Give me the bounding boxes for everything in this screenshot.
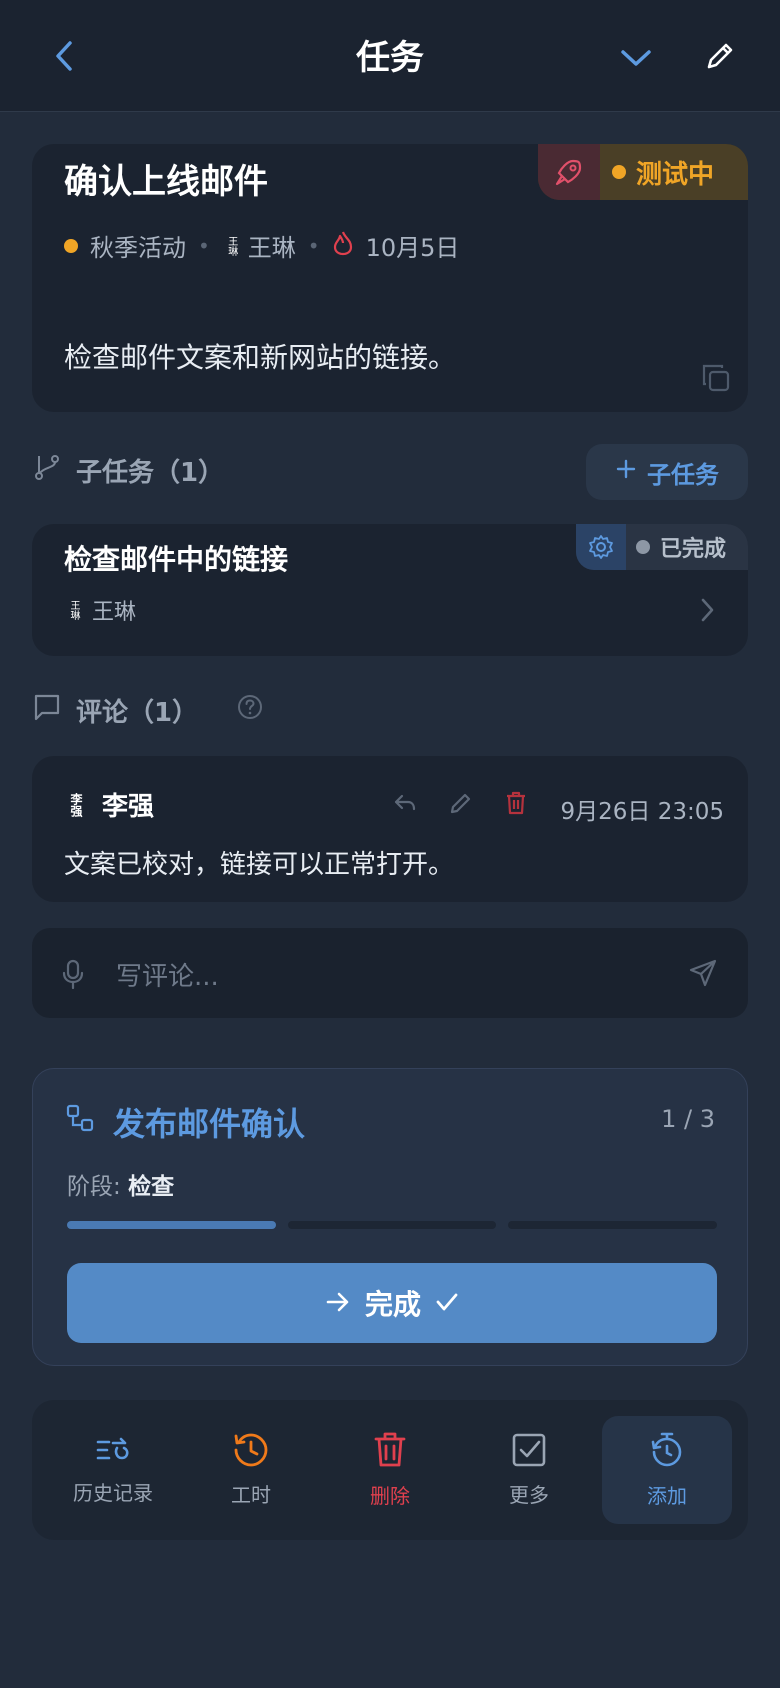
stage-value: 检查 (128, 1174, 175, 1200)
comment-placeholder: 写评论... (116, 962, 219, 992)
subtask-status-badge[interactable]: 已完成 (576, 524, 748, 570)
chevron-down-icon[interactable] (616, 38, 656, 78)
complete-button[interactable]: 完成 (67, 1263, 717, 1343)
copy-icon[interactable] (700, 362, 732, 398)
comments-heading: 评论（1） (76, 698, 199, 728)
progress-segment (508, 1221, 718, 1229)
time-button[interactable]: 工时 (186, 1416, 316, 1524)
gear-icon (576, 524, 626, 570)
workflow-card: 发布邮件确认 1 / 3 阶段: 检查 完成 (32, 1068, 748, 1366)
trash-icon[interactable] (504, 790, 528, 820)
more-label: 更多 (509, 1483, 549, 1507)
stage-label: 阶段: (67, 1174, 121, 1200)
help-icon[interactable] (236, 693, 264, 728)
chevron-right-icon[interactable] (698, 596, 716, 628)
assignee-avatar: 王琳 (225, 235, 237, 256)
progress-segment (67, 1221, 276, 1229)
branch-icon (32, 452, 62, 489)
workflow-title: 发布邮件确认 (113, 1105, 306, 1143)
subtask-status-label: 已完成 (660, 537, 727, 562)
plus-icon (615, 458, 637, 486)
status-badge[interactable]: 测试中 (538, 144, 748, 200)
subtask-title: 检查邮件中的链接 (64, 543, 289, 576)
meta-separator: • (198, 233, 210, 258)
history-list-icon (95, 1434, 131, 1471)
delete-label: 删除 (370, 1484, 410, 1508)
delete-button[interactable]: 删除 (325, 1416, 455, 1524)
checkbox-icon (511, 1432, 547, 1473)
add-label: 添加 (647, 1484, 687, 1508)
edit-pencil-icon[interactable] (448, 790, 474, 820)
status-dot-icon (636, 540, 650, 554)
comment-text: 文案已校对，链接可以正常打开。 (64, 850, 455, 880)
microphone-icon[interactable] (62, 958, 84, 994)
comment-input[interactable]: 写评论... (32, 928, 748, 1018)
bottom-action-bar: 历史记录 工时 删除 更多 添加 (32, 1400, 748, 1540)
status-dot-icon (612, 165, 626, 179)
send-icon[interactable] (688, 958, 718, 992)
time-history-icon (233, 1432, 269, 1473)
more-button[interactable]: 更多 (464, 1416, 594, 1524)
comment-author: 李强 (102, 792, 155, 822)
top-bar: 任务 (0, 0, 780, 112)
rocket-icon (538, 144, 600, 200)
complete-label: 完成 (364, 1288, 421, 1321)
assignee-avatar: 王琳 (68, 600, 79, 620)
timer-icon (649, 1431, 685, 1474)
task-title: 确认上线邮件 (64, 162, 268, 202)
edit-pencil-icon[interactable] (700, 36, 740, 76)
avatar: 李强 (69, 792, 83, 817)
meta-separator: • (307, 233, 320, 258)
task-card: 确认上线邮件 测试中 秋季活动 • 王琳 王琳 • 10月5日 检查邮件文案和新… (32, 144, 748, 412)
reply-icon[interactable] (392, 791, 418, 819)
assignee-name: 王琳 (92, 600, 137, 625)
progress-segment (287, 1221, 497, 1229)
status-label: 测试中 (636, 159, 715, 190)
checkmark-icon (435, 1287, 459, 1320)
page-title: 任务 (356, 38, 424, 78)
trash-icon (373, 1431, 407, 1474)
comment-timestamp: 9月26日 23:05 (560, 799, 725, 825)
project-dot-icon (64, 238, 78, 253)
arrow-right-icon (325, 1287, 351, 1320)
history-button[interactable]: 历史记录 (48, 1416, 178, 1524)
time-label: 工时 (231, 1483, 271, 1507)
history-label: 历史记录 (73, 1481, 153, 1505)
task-meta: 秋季活动 • 王琳 王琳 • 10月5日 (64, 228, 459, 263)
add-button[interactable]: 添加 (602, 1416, 732, 1524)
due-date[interactable]: 10月5日 (366, 228, 460, 263)
subtasks-header: 子任务（1） (32, 452, 224, 489)
subtask-card[interactable]: 检查邮件中的链接 已完成 王琳 王琳 (32, 524, 748, 656)
flame-icon (332, 230, 354, 262)
assignee-name[interactable]: 王琳 (248, 228, 296, 263)
workflow-stage: 阶段: 检查 (67, 1167, 174, 1201)
subtask-assignee: 王琳 王琳 (64, 594, 136, 626)
comment-bubble-icon (32, 692, 62, 729)
task-description[interactable]: 检查邮件文案和新网站的链接。 (64, 336, 456, 376)
workflow-step-counter: 1 / 3 (661, 1105, 715, 1133)
workflow-progress (67, 1221, 718, 1229)
add-subtask-label: 子任务 (647, 460, 719, 489)
comment-actions (392, 790, 528, 820)
comments-header: 评论（1） (32, 692, 264, 729)
add-subtask-button[interactable]: 子任务 (586, 444, 748, 500)
comment-card: 李强 李强 9月26日 23:05 文案已校对，链接可以正常打开。 (32, 756, 748, 902)
project-name[interactable]: 秋季活动 (90, 228, 186, 263)
subtasks-heading: 子任务（1） (76, 458, 225, 488)
workflow-icon (65, 1103, 95, 1141)
